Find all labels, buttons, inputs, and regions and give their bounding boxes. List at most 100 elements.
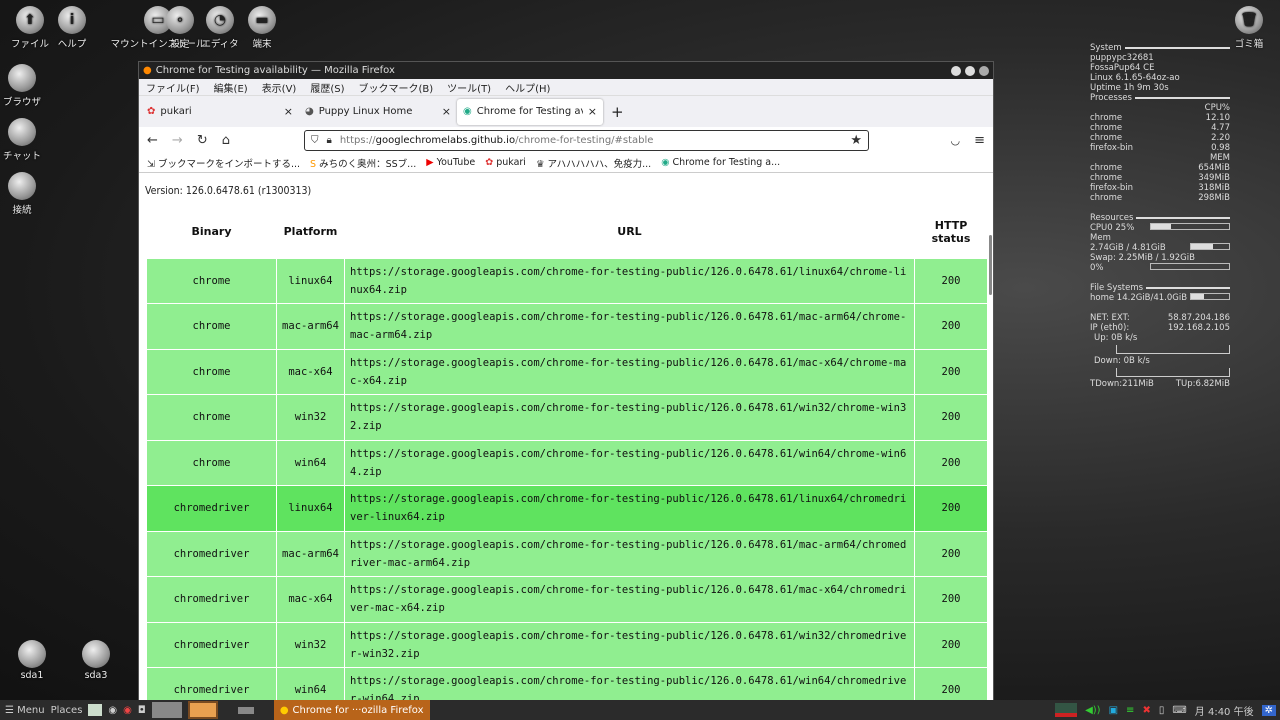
- firewall-icon[interactable]: ✖: [1142, 705, 1150, 716]
- new-tab-button[interactable]: +: [611, 103, 624, 121]
- url-cell[interactable]: https://storage.googleapis.com/chrome-fo…: [344, 530, 915, 577]
- desktop-app-icon: [8, 118, 36, 146]
- cpu-bar: [1150, 223, 1230, 230]
- network-icon[interactable]: ▣: [1109, 705, 1118, 716]
- kernel: Linux 6.1.65-64oz-ao: [1090, 73, 1180, 83]
- back-button[interactable]: ←: [147, 133, 158, 148]
- clock[interactable]: 月 4:40 午後: [1195, 703, 1254, 718]
- status-cell: 200: [914, 530, 988, 577]
- url-bar[interactable]: ⛉ 🔒︎ https://googlechromelabs.github.io/…: [303, 129, 869, 151]
- column-header: Platform: [283, 225, 338, 239]
- menu-item-1[interactable]: 編集(E): [214, 80, 248, 95]
- tab-0[interactable]: ✿ pukari ×: [141, 99, 299, 125]
- net-ext: NET: EXT: 58.87.204.186: [1090, 313, 1230, 323]
- status-cell: 200: [914, 303, 988, 350]
- table-row: chrome win32 https://storage.googleapis.co…: [146, 394, 988, 441]
- menu-item-5[interactable]: ツール(T): [447, 80, 491, 95]
- bookmark-4[interactable]: ♛ アハハハハハ、免疫力...: [536, 156, 651, 170]
- menu-item-3[interactable]: 履歴(S): [310, 80, 344, 95]
- binary-cell: chromedriver: [146, 667, 277, 700]
- menu-item-6[interactable]: ヘルプ(H): [505, 80, 550, 95]
- drive-icon-sda1[interactable]: sda1: [2, 640, 62, 681]
- ip: IP (eth0): 192.168.2.105: [1090, 323, 1230, 333]
- tab-2[interactable]: ◉Chrome for Testing availability×: [457, 98, 603, 125]
- bookmark-5[interactable]: ◉ Chrome for Testing a...: [661, 157, 780, 168]
- uptime: Uptime 1h 9m 30s: [1090, 83, 1169, 93]
- url-cell[interactable]: https://storage.googleapis.com/chrome-fo…: [344, 348, 915, 395]
- keyboard-icon[interactable]: ⌨: [1172, 705, 1186, 716]
- drive-icon: [82, 640, 110, 668]
- up-rate: Up: 0B k/s: [1094, 333, 1138, 343]
- url-cell[interactable]: https://storage.googleapis.com/chrome-fo…: [344, 394, 915, 441]
- nav-bar: ← → ↻ ⌂ ⛉ 🔒︎ https://googlechromelabs.gi…: [139, 127, 993, 153]
- clipboard-icon[interactable]: ▯: [1159, 705, 1165, 716]
- taskbar-window-firefox[interactable]: ● Chrome for ···ozilla Firefox: [273, 700, 430, 720]
- pukari-favicon-icon: ✿: [147, 106, 156, 117]
- desktop-icon-5[interactable]: ▬ 端末: [232, 6, 292, 50]
- desktop-icon-left-1[interactable]: チャット: [0, 118, 52, 162]
- places-button[interactable]: Places: [51, 705, 83, 716]
- mem-process: chrome 349MiB: [1090, 173, 1230, 183]
- minimize-button[interactable]: [951, 65, 961, 76]
- drive-icon-sda3[interactable]: sda3: [66, 640, 126, 681]
- menu-item-4[interactable]: ブックマーク(B): [359, 80, 434, 95]
- system-tray: ◀)) ▣ ≡ ✖ ▯ ⌨ 月 4:40 午後 ✲: [1055, 700, 1276, 720]
- title-bar[interactable]: ● Chrome for Testing availability — Mozi…: [139, 62, 993, 79]
- tab-strip: ✿ pukari × ◕ Puppy Linux Home × ◉ Chrome for Te…: [139, 96, 993, 127]
- menu-item-2[interactable]: 表示(V): [262, 80, 297, 95]
- scrollbar[interactable]: [989, 235, 992, 295]
- tab-1[interactable]: ◕ Puppy Linux Home ×: [299, 99, 457, 125]
- volume-icon[interactable]: ◀)): [1085, 705, 1101, 716]
- mem-process: chrome 654MiB: [1090, 163, 1230, 173]
- workspace-1[interactable]: [151, 702, 182, 718]
- url-cell[interactable]: https://storage.googleapis.com/chrome-fo…: [344, 439, 915, 486]
- workspace-2[interactable]: [187, 701, 218, 719]
- binary-cell: chrome: [146, 257, 277, 304]
- maximize-button[interactable]: [965, 65, 975, 76]
- drive-launcher[interactable]: ◉: [108, 705, 117, 716]
- hamburger-menu-icon[interactable]: ≡: [974, 133, 985, 148]
- platform-cell: win64: [276, 439, 345, 486]
- show-desktop-button[interactable]: [237, 706, 254, 714]
- table-row: chrome mac-arm64 https://storage.googleapi…: [146, 303, 988, 350]
- reload-button[interactable]: ↻: [197, 133, 208, 148]
- url-cell[interactable]: https://storage.googleapis.com/chrome-fo…: [344, 576, 915, 623]
- url-cell[interactable]: https://storage.googleapis.com/chrome-fo…: [344, 667, 915, 700]
- bookmark-star-icon[interactable]: ★: [850, 133, 862, 148]
- bookmark-1[interactable]: S みちのく奥州：SSブ...: [310, 156, 416, 170]
- menu-tray-icon[interactable]: ≡: [1126, 705, 1134, 716]
- bookmarks-bar: ⇲ ブックマークをインポートする... S みちのく奥州：SSブ... ▶ YouT…: [139, 153, 993, 173]
- status-cell: 200: [914, 621, 988, 668]
- menu-item-0[interactable]: ファイル(F): [146, 80, 200, 95]
- url-cell[interactable]: https://storage.googleapis.com/chrome-fo…: [344, 257, 915, 304]
- pocket-icon[interactable]: ◡: [950, 134, 960, 147]
- close-tab-icon[interactable]: ×: [284, 105, 293, 118]
- terminal-launcher[interactable]: ◘: [138, 705, 146, 716]
- desktop-icon-left-0[interactable]: ブラウザ: [0, 64, 52, 108]
- bookmark-0[interactable]: ⇲ ブックマークをインポートする...: [147, 156, 300, 170]
- close-tab-icon[interactable]: ×: [588, 105, 597, 118]
- close-tab-icon[interactable]: ×: [442, 105, 451, 118]
- desktop-app-icon: [8, 64, 36, 92]
- menu-button[interactable]: ☰ Menu: [5, 705, 45, 716]
- close-button[interactable]: [979, 65, 989, 76]
- platform-cell: mac-arm64: [276, 530, 345, 577]
- import-icon-icon: ⇲: [147, 158, 158, 170]
- forward-button[interactable]: →: [172, 133, 183, 148]
- settings-icon[interactable]: ✲: [1261, 704, 1276, 716]
- binary-cell: chromedriver: [146, 530, 277, 577]
- desktop-icon-1[interactable]: i ヘルプ: [42, 6, 102, 50]
- file-manager-launcher[interactable]: [88, 704, 103, 716]
- chrome-launcher[interactable]: ◉: [123, 705, 132, 716]
- down-graph: [1116, 368, 1230, 377]
- binary-cell: chrome: [146, 303, 277, 350]
- bookmark-3[interactable]: ✿ pukari: [485, 157, 526, 168]
- bookmark-2[interactable]: ▶ YouTube: [426, 157, 475, 168]
- home-button[interactable]: ⌂: [222, 133, 230, 148]
- desktop-icon-left-2[interactable]: 接続: [0, 172, 52, 216]
- url-cell[interactable]: https://storage.googleapis.com/chrome-fo…: [344, 303, 915, 350]
- page-content: Version: 126.0.6478.61 (r1300313) Binary…: [139, 175, 993, 700]
- url-cell[interactable]: https://storage.googleapis.com/chrome-fo…: [344, 621, 915, 668]
- url-cell[interactable]: https://storage.googleapis.com/chrome-fo…: [344, 485, 915, 532]
- shield-icon[interactable]: ⛉: [311, 135, 319, 146]
